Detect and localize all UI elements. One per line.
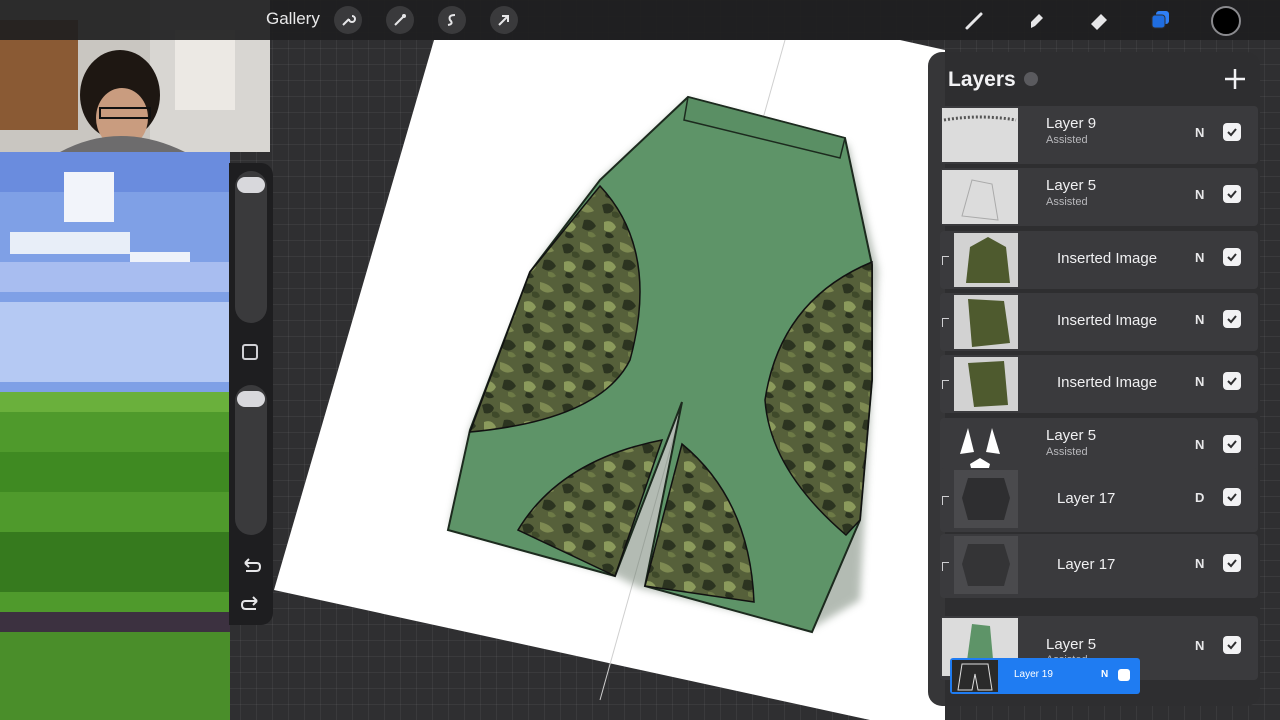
layer-thumbnail xyxy=(954,233,1018,287)
visibility-checkbox[interactable] xyxy=(1223,310,1241,328)
layer-name: Layer 5 xyxy=(1046,636,1097,653)
layer-thumbnail xyxy=(942,108,1018,162)
eraser-icon[interactable] xyxy=(1084,5,1114,35)
clipping-mask-icon xyxy=(942,318,949,327)
layer-name: Layer 17 xyxy=(1057,490,1116,507)
layer-thumbnail xyxy=(942,170,1018,224)
layer-row[interactable]: Layer 17 D xyxy=(940,468,1258,532)
clipping-mask-icon xyxy=(942,380,949,389)
visibility-checkbox[interactable] xyxy=(1223,185,1241,203)
transform-arrow-icon[interactable] xyxy=(490,6,518,34)
layer-subtitle: Assisted xyxy=(1046,196,1088,208)
color-picker-button[interactable] xyxy=(1211,6,1241,36)
layers-title: Layers xyxy=(948,68,1016,91)
clipping-mask-icon xyxy=(942,562,949,571)
brush-size-knob[interactable] xyxy=(237,177,265,193)
layer-subtitle: Assisted xyxy=(1046,134,1088,146)
opacity-knob[interactable] xyxy=(237,391,265,407)
brush-icon[interactable] xyxy=(960,5,990,35)
layer-row[interactable]: Layer 5 Assisted N xyxy=(940,168,1258,226)
redo-icon[interactable] xyxy=(240,593,262,615)
blend-mode[interactable]: D xyxy=(1195,490,1204,505)
gallery-button[interactable]: Gallery xyxy=(266,9,320,29)
info-icon[interactable] xyxy=(1024,72,1038,86)
layers-icon[interactable] xyxy=(1146,5,1176,35)
blend-mode[interactable]: N xyxy=(1195,374,1204,389)
reference-image xyxy=(0,152,230,720)
brush-size-slider[interactable] xyxy=(235,171,267,323)
undo-icon[interactable] xyxy=(240,555,262,577)
visibility-checkbox[interactable] xyxy=(1223,372,1241,390)
layer-row[interactable]: Layer 9 Assisted N xyxy=(940,106,1258,164)
visibility-checkbox[interactable] xyxy=(1223,554,1241,572)
layer-thumbnail xyxy=(954,295,1018,349)
layer-name: Layer 5 xyxy=(1046,177,1097,194)
layer-row[interactable]: Inserted Image N xyxy=(940,355,1258,413)
layer-name: Layer 5 xyxy=(1046,427,1097,444)
layer-name: Inserted Image xyxy=(1057,250,1158,267)
blend-mode[interactable]: N xyxy=(1195,187,1204,202)
blend-mode[interactable]: N xyxy=(1195,437,1204,452)
layer-name: Layer 9 xyxy=(1046,115,1097,132)
layer-subtitle: Assisted xyxy=(1046,446,1088,458)
layer-thumbnail xyxy=(952,660,998,692)
brush-sidebar xyxy=(229,163,273,625)
layer-row[interactable]: Layer 17 N xyxy=(940,534,1258,598)
layer-row[interactable]: Inserted Image N xyxy=(940,231,1258,289)
clipping-mask-icon xyxy=(942,256,949,265)
layer-thumbnail xyxy=(942,420,1018,474)
blend-mode[interactable]: N xyxy=(1195,250,1204,265)
visibility-checkbox[interactable] xyxy=(1223,636,1241,654)
wrench-icon[interactable] xyxy=(334,6,362,34)
visibility-checkbox[interactable] xyxy=(1118,669,1130,681)
dragging-layer-row[interactable]: Layer 19 N xyxy=(950,658,1140,694)
layer-thumbnail xyxy=(954,536,1018,594)
top-toolbar: Gallery xyxy=(0,0,1280,40)
magic-wand-icon[interactable] xyxy=(386,6,414,34)
layers-panel: Layers Layer 9 Assisted N Layer 5 Assist… xyxy=(928,52,1260,706)
clipping-mask-icon xyxy=(942,496,949,505)
visibility-checkbox[interactable] xyxy=(1223,248,1241,266)
smudge-icon[interactable] xyxy=(1022,5,1052,35)
visibility-checkbox[interactable] xyxy=(1223,123,1241,141)
layer-row[interactable]: Inserted Image N xyxy=(940,293,1258,351)
visibility-checkbox[interactable] xyxy=(1223,488,1241,506)
selection-icon[interactable] xyxy=(438,6,466,34)
blend-mode[interactable]: N xyxy=(1195,125,1204,140)
layer-thumbnail xyxy=(954,357,1018,411)
layer-name: Layer 19 xyxy=(1014,669,1053,680)
opacity-slider[interactable] xyxy=(235,385,267,535)
blend-mode[interactable]: N xyxy=(1101,669,1108,680)
layer-name: Inserted Image xyxy=(1057,312,1158,329)
blend-mode[interactable]: N xyxy=(1195,638,1204,653)
visibility-checkbox[interactable] xyxy=(1223,435,1241,453)
modify-button[interactable] xyxy=(242,344,258,360)
blend-mode[interactable]: N xyxy=(1195,556,1204,571)
layer-thumbnail xyxy=(954,470,1018,528)
blend-mode[interactable]: N xyxy=(1195,312,1204,327)
layer-name: Layer 17 xyxy=(1057,556,1116,573)
add-layer-icon[interactable] xyxy=(1222,66,1248,92)
layer-name: Inserted Image xyxy=(1057,374,1158,391)
